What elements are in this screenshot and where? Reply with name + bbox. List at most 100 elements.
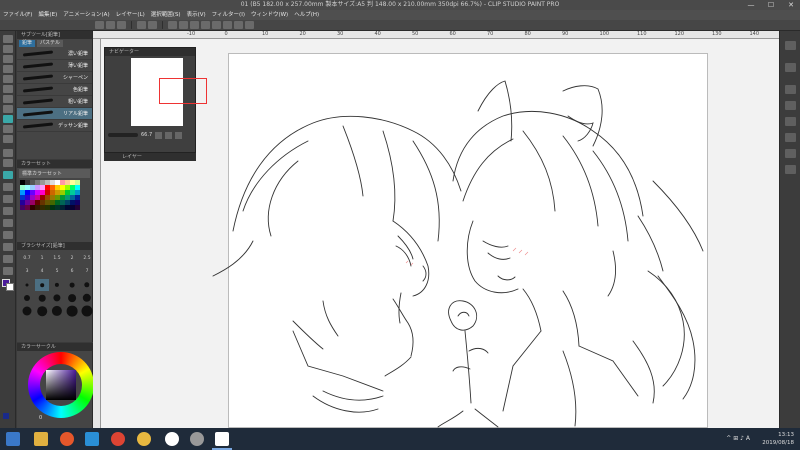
navigator-thumbnail[interactable]: [131, 58, 207, 126]
menu-view[interactable]: 表示(V): [184, 10, 209, 20]
brush-size-option[interactable]: 3: [20, 266, 34, 278]
brush-item[interactable]: リアル鉛筆: [17, 108, 92, 120]
brush-size-option[interactable]: 5: [50, 266, 64, 278]
menu-selection[interactable]: 選択範囲(S): [148, 10, 184, 20]
history-icon[interactable]: [785, 117, 796, 126]
current-color-icon[interactable]: [3, 413, 9, 419]
selection-tool-icon[interactable]: [3, 75, 13, 83]
open-file-icon[interactable]: [106, 21, 115, 29]
fill-icon[interactable]: [179, 21, 188, 29]
balloon-tool-icon[interactable]: [3, 255, 13, 263]
brush-tool-icon[interactable]: [3, 125, 13, 133]
sub-color-swatch[interactable]: [6, 283, 14, 291]
brush-size-option[interactable]: [35, 279, 49, 291]
layer-icon[interactable]: [785, 85, 796, 94]
brush-item[interactable]: 色鉛筆: [17, 84, 92, 96]
airbrush-tool-icon[interactable]: [3, 135, 13, 143]
eraser-tool-icon[interactable]: [3, 159, 13, 167]
blend-tool-icon[interactable]: [3, 171, 13, 179]
save-icon[interactable]: [117, 21, 126, 29]
item-bank-icon[interactable]: [785, 149, 796, 158]
zoom-tool-icon[interactable]: [3, 35, 13, 43]
deselect-icon[interactable]: [201, 21, 210, 29]
pencil-tool-icon[interactable]: [3, 115, 13, 123]
saturation-value-square[interactable]: [46, 370, 76, 400]
clip-studio-icon[interactable]: [215, 432, 229, 446]
frame-tool-icon[interactable]: [3, 219, 13, 227]
chrome-icon[interactable]: [111, 432, 125, 446]
pen-tool-icon[interactable]: [3, 105, 13, 113]
menu-edit[interactable]: 編集(E): [35, 10, 60, 20]
fill-tool-icon[interactable]: [3, 183, 13, 191]
file-explorer-icon[interactable]: [34, 432, 48, 446]
brush-size-option[interactable]: [80, 305, 94, 317]
move-tool-icon[interactable]: [3, 45, 13, 53]
move-layer-tool-icon[interactable]: [3, 65, 13, 73]
eyedropper-tool-icon[interactable]: [3, 95, 13, 103]
brush-size-option[interactable]: [35, 292, 49, 304]
snap-ruler-icon[interactable]: [223, 21, 232, 29]
undo-icon[interactable]: [137, 21, 146, 29]
clock[interactable]: 13:13 2019/08/18: [762, 431, 794, 447]
clear-icon[interactable]: [168, 21, 177, 29]
brush-size-option[interactable]: 6: [65, 266, 79, 278]
auto-select-tool-icon[interactable]: [3, 85, 13, 93]
menu-window[interactable]: ウィンドウ(W): [248, 10, 291, 20]
brush-size-option[interactable]: [80, 292, 94, 304]
brush-size-option[interactable]: 4: [35, 266, 49, 278]
brush-size-option[interactable]: [65, 279, 79, 291]
brush-size-option[interactable]: [50, 279, 64, 291]
brush-size-option[interactable]: [20, 292, 34, 304]
brush-size-option[interactable]: 1.5: [50, 253, 64, 265]
maximize-button[interactable]: ☐: [764, 0, 778, 10]
zoom-in-icon[interactable]: [155, 131, 163, 139]
tab-pencil[interactable]: 鉛筆: [19, 40, 36, 47]
menu-filter[interactable]: フィルター(I): [209, 10, 248, 20]
correct-line-tool-icon[interactable]: [3, 267, 13, 275]
decoration-tool-icon[interactable]: [3, 149, 13, 157]
gradient-tool-icon[interactable]: [3, 195, 13, 203]
fit-view-icon[interactable]: [175, 131, 183, 139]
brush-size-option[interactable]: [35, 305, 49, 317]
system-tray[interactable]: ^ ⊞ ♪ A: [726, 435, 750, 442]
brush-size-option[interactable]: 7: [80, 266, 94, 278]
brush-size-option[interactable]: 0.7: [20, 253, 34, 265]
colorset-selector[interactable]: 標準カラーセット: [19, 169, 90, 178]
close-button[interactable]: ✕: [784, 0, 798, 10]
search-icon[interactable]: [785, 41, 796, 50]
windows-start-icon[interactable]: [6, 432, 20, 446]
zoom-slider[interactable]: [108, 133, 138, 137]
redo-icon[interactable]: [148, 21, 157, 29]
menu-file[interactable]: ファイル(F): [0, 10, 35, 20]
hue-ring[interactable]: [28, 352, 94, 418]
menu-help[interactable]: ヘルプ(H): [291, 10, 322, 20]
snap-special-icon[interactable]: [245, 21, 254, 29]
figure-tool-icon[interactable]: [3, 207, 13, 215]
settings-icon[interactable]: [190, 432, 204, 446]
app-icon[interactable]: [137, 432, 151, 446]
layer-property-icon[interactable]: [785, 101, 796, 110]
menu-animation[interactable]: アニメーション(A): [60, 10, 112, 20]
navigator-view-frame[interactable]: [159, 78, 207, 104]
menu-layer[interactable]: レイヤー(L): [113, 10, 148, 20]
zoom-out-icon[interactable]: [165, 131, 173, 139]
brush-size-option[interactable]: [65, 305, 79, 317]
tab-pastel[interactable]: パステル: [37, 40, 64, 47]
brush-item[interactable]: 濃い鉛筆: [17, 48, 92, 60]
navigator-icon[interactable]: [785, 165, 796, 174]
brush-size-option[interactable]: [80, 279, 94, 291]
brush-size-option[interactable]: 1: [35, 253, 49, 265]
brush-size-option[interactable]: [20, 279, 34, 291]
snap-grid-icon[interactable]: [234, 21, 243, 29]
brush-size-option[interactable]: 2.5: [80, 253, 94, 265]
brush-size-option[interactable]: [50, 305, 64, 317]
internet-explorer-icon[interactable]: [85, 432, 99, 446]
ruler-tool-icon[interactable]: [3, 231, 13, 239]
transform-icon[interactable]: [190, 21, 199, 29]
brush-item[interactable]: シャーペン: [17, 72, 92, 84]
brush-item[interactable]: 粗い鉛筆: [17, 96, 92, 108]
brush-item[interactable]: 薄い鉛筆: [17, 60, 92, 72]
minimize-button[interactable]: —: [744, 0, 758, 10]
brush-size-option[interactable]: [65, 292, 79, 304]
color-swatch[interactable]: [75, 205, 80, 210]
